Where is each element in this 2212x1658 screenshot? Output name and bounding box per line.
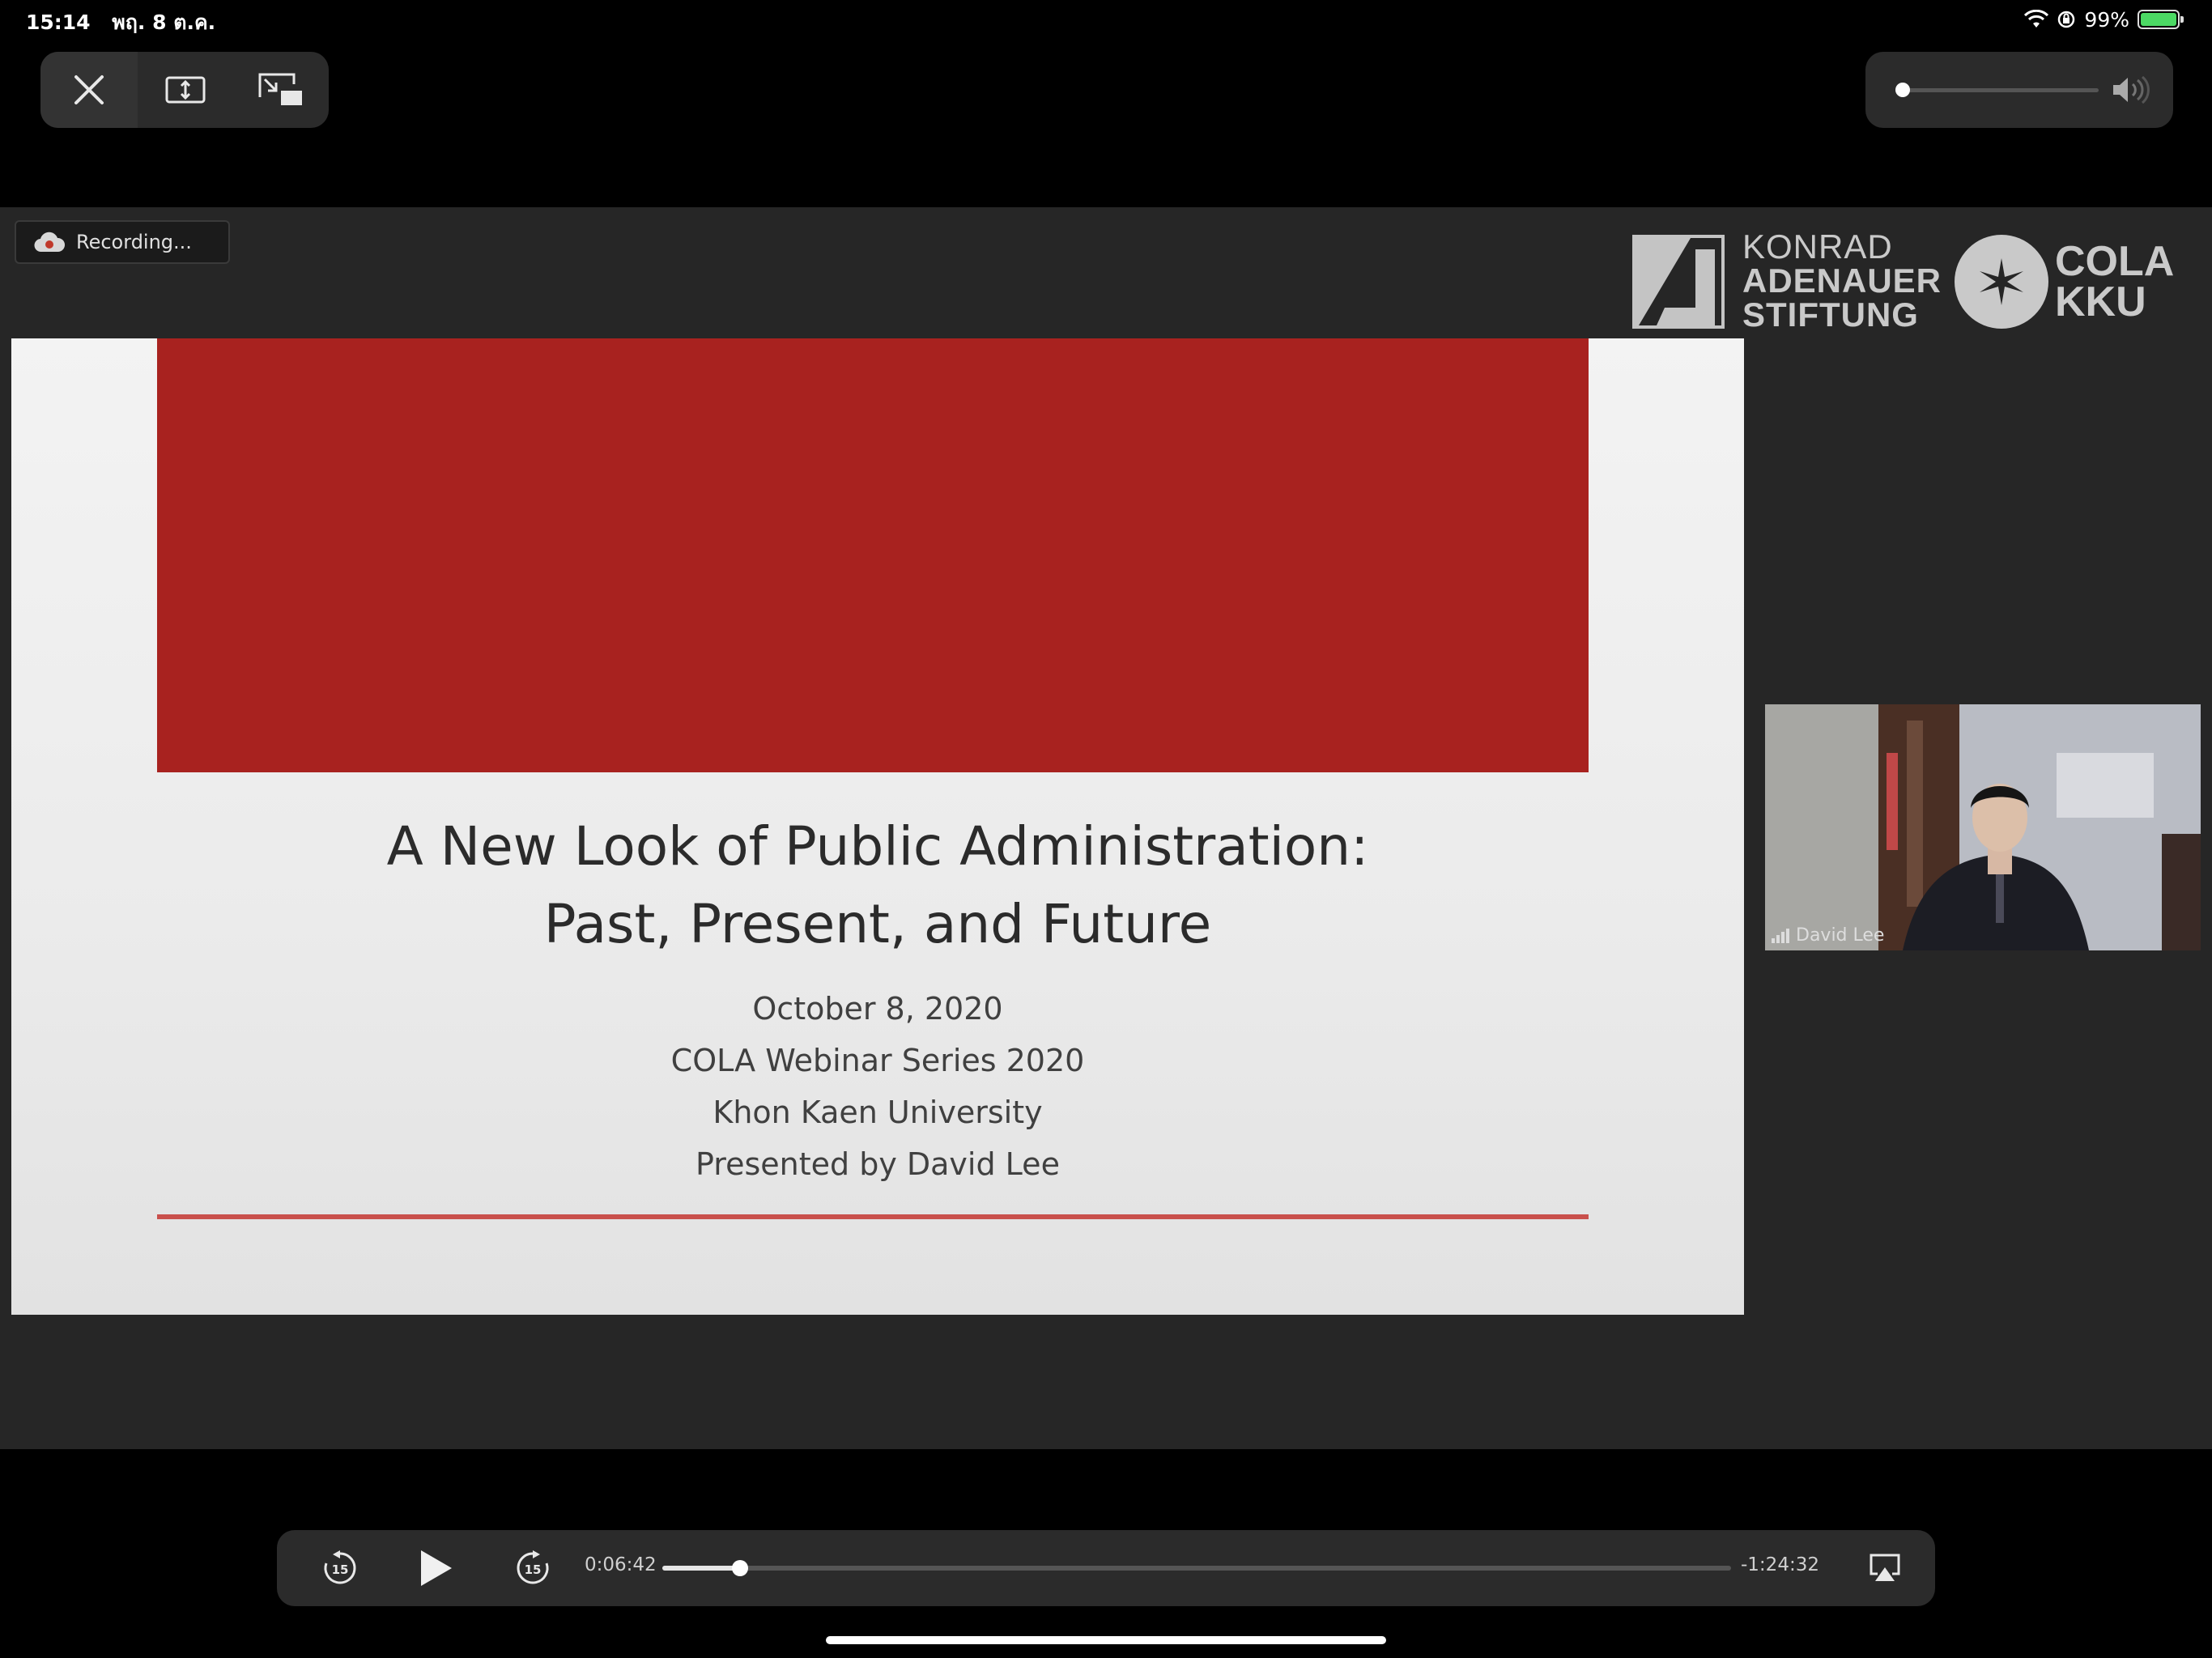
slide-title-line: Past, Present, and Future: [543, 893, 1212, 955]
picture-in-picture-icon: [258, 73, 302, 105]
presentation-slide: A New Look of Public Administration: Pas…: [11, 338, 1744, 1315]
kas-line: KONRAD: [1742, 227, 1893, 266]
play-icon: [421, 1550, 452, 1586]
signal-bars-icon: [1772, 928, 1789, 943]
battery-fill: [2141, 13, 2176, 26]
recording-label: Recording...: [76, 231, 192, 253]
cola-kku-wordmark: COLA KKU: [2055, 238, 2175, 325]
slide-series: COLA Webinar Series 2020: [670, 1043, 1085, 1078]
status-date: พฤ. 8 ต.ค.: [112, 11, 216, 34]
scrubber-track[interactable]: [662, 1560, 1731, 1576]
top-controls: [40, 52, 329, 128]
recording-badge: Recording...: [15, 220, 230, 264]
scrubber-knob[interactable]: [732, 1560, 748, 1576]
participant-video-image: [1765, 704, 2201, 950]
close-icon: [74, 75, 104, 104]
aspect-resize-icon: [165, 76, 206, 104]
slide-title-line: A New Look of Public Administration:: [386, 815, 1369, 878]
volume-slider[interactable]: [1896, 88, 2099, 92]
kas-line: ADENAUER: [1742, 261, 1942, 300]
participant-name-tag: David Lee: [1772, 925, 1884, 946]
slide-presenter: Presented by David Lee: [696, 1146, 1060, 1182]
slide-date: October 8, 2020: [752, 991, 1003, 1027]
slide-header-band: [157, 338, 1589, 772]
volume-control: [1865, 52, 2173, 128]
konrad-adenauer-logo-icon: [1632, 235, 1725, 329]
airplay-icon: [1870, 1554, 1900, 1581]
skip-back-label: 15: [332, 1562, 349, 1577]
aspect-resize-button[interactable]: [138, 52, 233, 128]
playback-controls: 15 15 0:06:42 -1:24:32: [277, 1530, 1935, 1606]
participant-name: David Lee: [1796, 925, 1885, 946]
cola-kku-emblem: [1955, 235, 2048, 329]
wifi-icon: [2024, 10, 2049, 28]
battery-icon: [2138, 10, 2184, 29]
elapsed-time: 0:06:42: [585, 1554, 657, 1575]
skip-back-15-icon: 15: [324, 1550, 356, 1584]
status-time: 15:14: [26, 11, 91, 34]
skip-forward-button[interactable]: 15: [492, 1530, 573, 1606]
close-button[interactable]: [40, 52, 138, 128]
battery-percent: 99%: [2084, 7, 2129, 32]
participant-video-tile[interactable]: David Lee: [1765, 704, 2201, 950]
status-bar-right: 99%: [2024, 5, 2184, 34]
slide-divider: [157, 1214, 1589, 1219]
cloud-recording-icon: [34, 232, 65, 253]
cola-line: KKU: [2055, 278, 2146, 325]
skip-forward-label: 15: [525, 1562, 542, 1577]
home-indicator[interactable]: [826, 1636, 1386, 1644]
scrubber-progress: [662, 1566, 740, 1571]
airplay-button[interactable]: [1853, 1530, 1917, 1606]
status-bar-time-date: 15:14 พฤ. 8 ต.ค.: [26, 6, 215, 39]
skip-forward-15-icon: 15: [517, 1550, 549, 1584]
orientation-lock-icon: [2058, 11, 2075, 28]
slide-title: A New Look of Public Administration: Pas…: [11, 808, 1744, 963]
remaining-time: -1:24:32: [1741, 1554, 1819, 1575]
kas-line: STIFTUNG: [1742, 295, 1919, 334]
slide-institution: Khon Kaen University: [713, 1095, 1043, 1130]
star-icon: [1980, 258, 2023, 305]
picture-in-picture-button[interactable]: [233, 52, 329, 128]
play-button[interactable]: [395, 1530, 476, 1606]
skip-back-button[interactable]: 15: [300, 1530, 381, 1606]
cola-line: COLA: [2055, 238, 2175, 285]
speaker-icon: [2113, 75, 2150, 104]
volume-knob[interactable]: [1895, 83, 1910, 97]
slide-subtitle-block: October 8, 2020 COLA Webinar Series 2020…: [11, 983, 1744, 1190]
konrad-adenauer-wordmark: KONRAD ADENAUER STIFTUNG: [1742, 230, 1942, 332]
